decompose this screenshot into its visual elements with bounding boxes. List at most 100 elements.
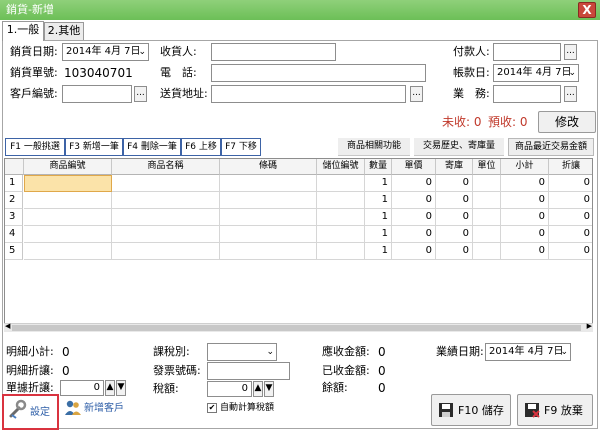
doc-discount-spin-up[interactable]: ▲ (105, 380, 115, 396)
cell-location[interactable] (317, 192, 365, 209)
modify-button[interactable]: 修改 (538, 111, 596, 133)
cell-unit[interactable] (473, 209, 501, 226)
cell-qty[interactable]: 1 (365, 243, 392, 260)
scrollbar-thumb[interactable] (12, 325, 581, 331)
new-customer-button[interactable]: 新增客戶 (64, 399, 136, 423)
cell-item-name[interactable] (112, 226, 220, 243)
trade-history-button[interactable]: 交易歷史、寄庫量 (414, 138, 504, 156)
cell-consign[interactable]: 0 (436, 209, 473, 226)
cell-subtotal[interactable]: 0 (501, 209, 549, 226)
col-price[interactable]: 單價 (392, 159, 436, 175)
tax-amount-spin-down[interactable]: ▼ (264, 381, 274, 397)
save-button[interactable]: F10 儲存 (431, 394, 511, 426)
col-consign[interactable]: 寄庫 (436, 159, 473, 175)
cell-price[interactable]: 0 (392, 192, 436, 209)
address-input[interactable] (211, 85, 406, 103)
address-browse-button[interactable]: ... (410, 86, 423, 102)
cell-item-no[interactable] (24, 243, 112, 260)
tab-general[interactable]: 1.一般 (2, 21, 44, 41)
col-barcode[interactable]: 條碼 (220, 159, 317, 175)
cell-item-no[interactable] (24, 209, 112, 226)
col-subtotal[interactable]: 小計 (501, 159, 549, 175)
receiver-input[interactable] (211, 43, 336, 61)
payer-input[interactable] (493, 43, 561, 61)
cell-subtotal[interactable]: 0 (501, 192, 549, 209)
cell-consign[interactable]: 0 (436, 175, 473, 192)
cell-unit[interactable] (473, 175, 501, 192)
customer-no-input[interactable] (62, 85, 132, 103)
cell-unit[interactable] (473, 192, 501, 209)
cell-item-no[interactable] (24, 192, 112, 209)
cell-barcode[interactable] (220, 226, 317, 243)
item-grid[interactable]: 商品編號 商品名稱 條碼 儲位編號 數量 單價 寄庫 單位 小計 折讓 1100… (4, 158, 593, 332)
cell-unit[interactable] (473, 226, 501, 243)
cell-barcode[interactable] (220, 192, 317, 209)
cell-location[interactable] (317, 243, 365, 260)
tab-other[interactable]: 2.其他 (44, 22, 84, 40)
cell-location[interactable] (317, 209, 365, 226)
scroll-right-icon[interactable]: ▶ (587, 322, 592, 330)
cell-barcode[interactable] (220, 209, 317, 226)
auto-tax-checkbox[interactable]: ✔ (207, 403, 217, 413)
cell-item-name[interactable] (112, 192, 220, 209)
tax-amount-spin-up[interactable]: ▲ (253, 381, 263, 397)
cell-qty[interactable]: 1 (365, 209, 392, 226)
cell-barcode[interactable] (220, 175, 317, 192)
cell-price[interactable]: 0 (392, 175, 436, 192)
cell-subtotal[interactable]: 0 (501, 226, 549, 243)
cell-qty[interactable]: 1 (365, 175, 392, 192)
cell-unit[interactable] (473, 243, 501, 260)
pick-item-button[interactable]: F1 一般挑選 (5, 138, 65, 156)
grid-horizontal-scrollbar[interactable]: ◀ ▶ (4, 322, 593, 332)
payer-browse-button[interactable]: ... (564, 44, 577, 60)
cell-item-name[interactable] (112, 209, 220, 226)
cell-subtotal[interactable]: 0 (501, 243, 549, 260)
sale-date-picker[interactable]: 2014年 4月 7日 ⌄ (62, 43, 149, 61)
cell-barcode[interactable] (220, 243, 317, 260)
settings-button[interactable]: 設定 (6, 396, 58, 428)
sales-input[interactable] (493, 85, 561, 103)
customer-browse-button[interactable]: ... (134, 86, 147, 102)
cell-subtotal[interactable]: 0 (501, 175, 549, 192)
col-discount[interactable]: 折讓 (549, 159, 592, 175)
cell-item-no[interactable] (24, 175, 112, 192)
invoice-no-input[interactable] (207, 362, 290, 380)
col-unit[interactable]: 單位 (473, 159, 501, 175)
cell-location[interactable] (317, 175, 365, 192)
move-down-button[interactable]: F7 下移 (221, 138, 261, 156)
cell-price[interactable]: 0 (392, 209, 436, 226)
col-item-no[interactable]: 商品編號 (24, 159, 112, 175)
cell-discount[interactable]: 0 (549, 192, 592, 209)
recent-price-button[interactable]: 商品最近交易金額 (508, 138, 594, 156)
sales-browse-button[interactable]: ... (564, 86, 577, 102)
add-row-button[interactable]: F3 新增一筆 (65, 138, 123, 156)
cell-qty[interactable]: 1 (365, 226, 392, 243)
close-button[interactable]: X (578, 2, 596, 18)
scroll-left-icon[interactable]: ◀ (5, 322, 10, 330)
cell-item-no[interactable] (24, 226, 112, 243)
cell-qty[interactable]: 1 (365, 192, 392, 209)
cell-discount[interactable]: 0 (549, 175, 592, 192)
doc-discount-input[interactable]: 0 (60, 380, 104, 396)
doc-discount-spin-down[interactable]: ▼ (116, 380, 126, 396)
phone-input[interactable] (211, 64, 426, 82)
perf-date-picker[interactable]: 2014年 4月 7日 ⌄ (485, 343, 571, 361)
cell-item-name[interactable] (112, 175, 220, 192)
cell-consign[interactable]: 0 (436, 243, 473, 260)
cell-price[interactable]: 0 (392, 243, 436, 260)
cell-discount[interactable]: 0 (549, 243, 592, 260)
cell-discount[interactable]: 0 (549, 209, 592, 226)
col-item-name[interactable]: 商品名稱 (112, 159, 220, 175)
cell-item-name[interactable] (112, 243, 220, 260)
cell-consign[interactable]: 0 (436, 192, 473, 209)
cell-location[interactable] (317, 226, 365, 243)
item-functions-button[interactable]: 商品相關功能 (338, 138, 410, 156)
account-date-picker[interactable]: 2014年 4月 7日 ⌄ (493, 64, 579, 82)
col-location[interactable]: 儲位編號 (317, 159, 365, 175)
discard-button[interactable]: F9 放棄 (517, 394, 593, 426)
tax-type-select[interactable]: ⌄ (207, 343, 277, 361)
tax-amount-input[interactable]: 0 (207, 381, 252, 397)
cell-discount[interactable]: 0 (549, 226, 592, 243)
col-qty[interactable]: 數量 (365, 159, 392, 175)
delete-row-button[interactable]: F4 刪除一筆 (123, 138, 181, 156)
